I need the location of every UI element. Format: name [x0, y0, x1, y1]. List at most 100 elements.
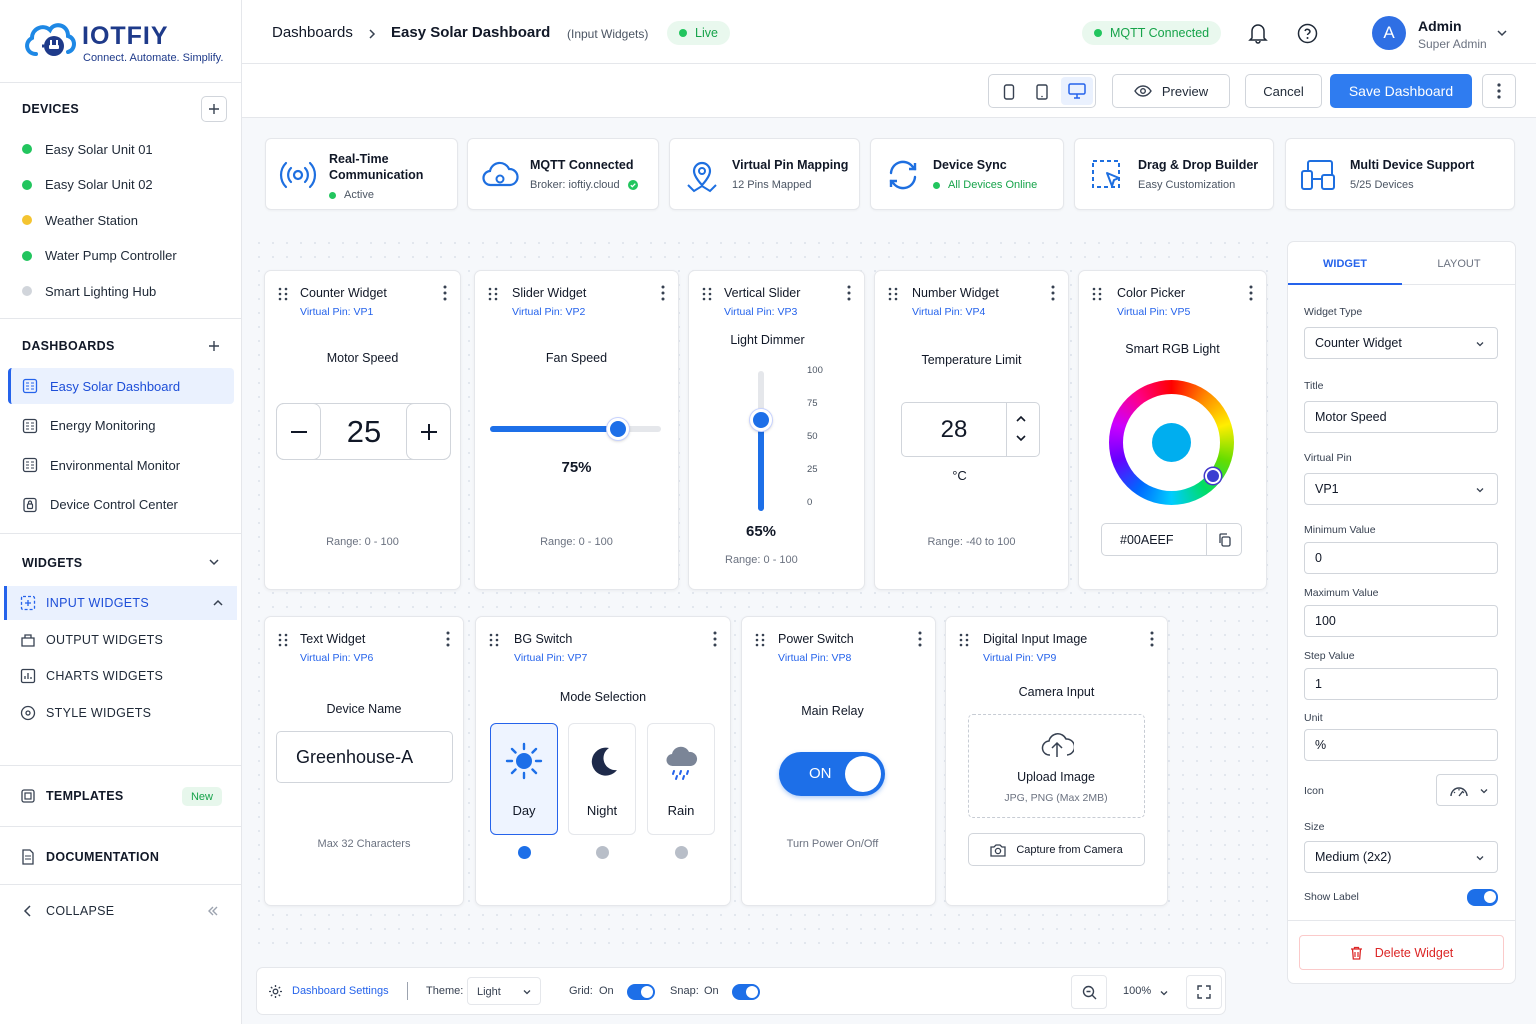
tab-layout[interactable]: LAYOUT: [1402, 258, 1516, 270]
kebab-icon[interactable]: [445, 631, 451, 647]
dashboard-settings-link[interactable]: Dashboard Settings: [292, 985, 389, 997]
device-item[interactable]: Smart Lighting Hub: [22, 281, 156, 301]
kebab-icon[interactable]: [1248, 285, 1254, 301]
mode-option-night[interactable]: Night: [568, 723, 636, 835]
mode-option-day[interactable]: Day: [490, 723, 558, 835]
drag-handle-icon[interactable]: [488, 287, 498, 301]
power-switch-widget[interactable]: Power Switch Virtual Pin: VP8 Main Relay…: [741, 616, 936, 906]
fullscreen-button[interactable]: [1186, 975, 1222, 1009]
drag-handle-icon[interactable]: [489, 633, 499, 647]
radio-day[interactable]: [518, 846, 531, 859]
grid-toggle[interactable]: [627, 984, 655, 1000]
device-item[interactable]: Easy Solar Unit 02: [22, 175, 153, 195]
preview-button[interactable]: Preview: [1112, 74, 1230, 108]
kebab-icon[interactable]: [712, 631, 718, 647]
device-item[interactable]: Weather Station: [22, 210, 138, 230]
show-label-toggle[interactable]: [1467, 889, 1498, 906]
upload-dropzone[interactable]: Upload Image JPG, PNG (Max 2MB): [968, 714, 1145, 818]
brand-logo[interactable]: IOTFIY Connect. Automate. Simplify.: [22, 14, 232, 68]
add-dashboard-button[interactable]: [201, 333, 227, 359]
kebab-icon[interactable]: [917, 631, 923, 647]
slider-widget[interactable]: Slider Widget Virtual Pin: VP2 Fan Speed…: [474, 270, 679, 590]
bell-icon[interactable]: [1248, 22, 1268, 44]
add-device-button[interactable]: [201, 96, 227, 122]
icon-select[interactable]: [1436, 774, 1498, 806]
tablet-icon[interactable]: [1036, 84, 1048, 100]
increment-button[interactable]: [406, 403, 451, 460]
radio-night[interactable]: [596, 846, 609, 859]
widget-group-item[interactable]: INPUT WIDGETS: [4, 586, 237, 620]
counter-widget[interactable]: Counter Widget Virtual Pin: VP1 Motor Sp…: [264, 270, 461, 590]
drag-handle-icon[interactable]: [278, 633, 288, 647]
digital-input-image-widget[interactable]: Digital Input Image Virtual Pin: VP9 Cam…: [945, 616, 1168, 906]
widget-group-item[interactable]: CHARTS WIDGETS: [4, 659, 237, 693]
bg-switch-widget[interactable]: BG Switch Virtual Pin: VP7 Mode Selectio…: [475, 616, 731, 906]
theme-select[interactable]: Light: [467, 977, 541, 1005]
help-icon[interactable]: [1297, 23, 1318, 44]
number-widget[interactable]: Number Widget Virtual Pin: VP4 Temperatu…: [874, 270, 1069, 590]
drag-handle-icon[interactable]: [888, 287, 898, 301]
color-picker-widget[interactable]: Color Picker Virtual Pin: VP5 Smart RGB …: [1078, 270, 1267, 590]
kebab-icon[interactable]: [660, 285, 666, 301]
snap-toggle[interactable]: [732, 984, 760, 1000]
cancel-button[interactable]: Cancel: [1245, 74, 1322, 108]
slider-thumb[interactable]: [750, 409, 772, 431]
drag-handle-icon[interactable]: [1092, 287, 1102, 301]
kebab-icon[interactable]: [1149, 631, 1155, 647]
chevron-down-icon[interactable]: [1496, 28, 1508, 38]
color-wheel[interactable]: [1109, 380, 1234, 505]
desktop-icon[interactable]: [1068, 83, 1086, 99]
breadcrumb-root[interactable]: Dashboards: [272, 24, 353, 41]
drag-handle-icon[interactable]: [702, 287, 712, 301]
capture-camera-button[interactable]: Capture from Camera: [968, 833, 1145, 866]
more-options-button[interactable]: [1482, 74, 1516, 108]
step-value-input[interactable]: 1: [1304, 668, 1498, 700]
text-widget[interactable]: Text Widget Virtual Pin: VP6 Device Name…: [264, 616, 464, 906]
virtual-pin-select[interactable]: VP1: [1304, 473, 1498, 505]
title-input[interactable]: Motor Speed: [1304, 401, 1498, 433]
widget-type-select[interactable]: Counter Widget: [1304, 327, 1498, 359]
drag-handle-icon[interactable]: [278, 287, 288, 301]
min-value-input[interactable]: 0: [1304, 542, 1498, 574]
number-input[interactable]: 28: [901, 402, 1040, 457]
dashboard-item[interactable]: Easy Solar Dashboard: [8, 368, 234, 404]
slider-thumb[interactable]: [607, 418, 630, 440]
documentation-link[interactable]: DOCUMENTATION: [4, 840, 237, 874]
drag-handle-icon[interactable]: [959, 633, 969, 647]
avatar[interactable]: A: [1372, 16, 1406, 50]
main-relay-toggle[interactable]: ON: [779, 752, 885, 796]
save-dashboard-button[interactable]: Save Dashboard: [1330, 74, 1472, 108]
unit-input[interactable]: %: [1304, 729, 1498, 761]
dashboard-item[interactable]: Device Control Center: [8, 487, 234, 523]
device-item[interactable]: Water Pump Controller: [22, 246, 177, 266]
widget-group-item[interactable]: STYLE WIDGETS: [4, 696, 237, 730]
drag-handle-icon[interactable]: [755, 633, 765, 647]
zoom-level[interactable]: 100%: [1123, 985, 1151, 997]
color-wheel-handle[interactable]: [1205, 468, 1221, 484]
fan-speed-slider[interactable]: [490, 418, 661, 440]
dashboard-item[interactable]: Energy Monitoring: [8, 408, 234, 444]
phone-icon[interactable]: [1003, 84, 1015, 100]
kebab-icon[interactable]: [1050, 285, 1056, 301]
chevron-up-icon[interactable]: [1015, 415, 1027, 423]
tab-widget[interactable]: WIDGET: [1288, 258, 1402, 270]
copy-icon[interactable]: [1218, 533, 1231, 547]
chevron-down-icon[interactable]: [1015, 434, 1027, 442]
kebab-icon[interactable]: [846, 285, 852, 301]
chevron-down-icon[interactable]: [208, 557, 220, 567]
max-value-input[interactable]: 100: [1304, 605, 1498, 637]
mode-option-rain[interactable]: Rain: [647, 723, 715, 835]
dashboard-item[interactable]: Environmental Monitor: [8, 447, 234, 483]
device-item[interactable]: Easy Solar Unit 01: [22, 139, 153, 159]
vertical-slider-widget[interactable]: Vertical Slider Virtual Pin: VP3 Light D…: [688, 270, 865, 590]
collapse-button[interactable]: COLLAPSE: [4, 894, 237, 928]
delete-widget-button[interactable]: Delete Widget: [1299, 935, 1504, 970]
size-select[interactable]: Medium (2x2): [1304, 841, 1498, 873]
double-chevron-left-icon[interactable]: [206, 904, 220, 918]
decrement-button[interactable]: [276, 403, 321, 460]
light-dimmer-slider[interactable]: [750, 371, 772, 511]
radio-rain[interactable]: [675, 846, 688, 859]
device-name-input[interactable]: Greenhouse-A: [276, 731, 453, 783]
hex-input[interactable]: #00AEEF: [1101, 523, 1242, 556]
zoom-button[interactable]: [1071, 975, 1107, 1009]
